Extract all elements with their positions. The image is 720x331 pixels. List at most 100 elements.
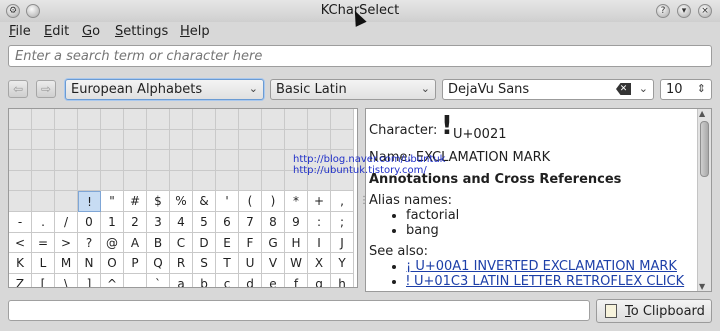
char-cell[interactable] (9, 109, 32, 130)
char-cell[interactable]: X (308, 253, 331, 274)
help-icon[interactable]: ? (656, 4, 670, 18)
char-cell[interactable] (308, 109, 331, 130)
char-cell[interactable]: D (193, 232, 216, 254)
char-cell[interactable]: R (170, 253, 193, 274)
char-cell[interactable]: * (285, 191, 308, 212)
see-also-link[interactable]: ¡ U+00A1 INVERTED EXCLAMATION MARK (406, 259, 677, 274)
char-cell[interactable]: ' (216, 191, 239, 212)
char-cell[interactable] (216, 170, 239, 192)
char-cell[interactable] (32, 129, 55, 151)
spin-arrows-icon[interactable]: ⇕ (697, 82, 706, 95)
char-cell[interactable] (285, 109, 308, 130)
char-cell[interactable]: Q (147, 253, 170, 274)
char-cell[interactable] (239, 170, 262, 192)
char-cell[interactable]: 7 (239, 211, 262, 233)
char-cell[interactable] (55, 129, 78, 151)
char-cell[interactable] (32, 109, 55, 130)
char-cell[interactable] (101, 170, 124, 192)
char-cell[interactable] (55, 191, 78, 212)
char-cell[interactable]: F (239, 232, 262, 254)
char-cell[interactable] (193, 109, 216, 130)
forward-arrow-icon[interactable]: ⇨ (36, 80, 56, 98)
char-cell[interactable]: 0 (78, 211, 101, 233)
char-cell[interactable]: e (262, 273, 285, 287)
char-cell[interactable] (9, 170, 32, 192)
char-cell[interactable] (101, 129, 124, 151)
char-cell[interactable]: N (78, 253, 101, 274)
char-cell[interactable]: & (193, 191, 216, 212)
char-cell[interactable] (55, 150, 78, 171)
char-cell[interactable]: ^ (101, 273, 124, 287)
char-cell[interactable]: E (216, 232, 239, 254)
char-cell[interactable] (32, 191, 55, 212)
scrollbar-thumb[interactable] (700, 121, 709, 177)
menu-edit[interactable]: Edit (44, 24, 69, 39)
char-cell[interactable]: g (308, 273, 331, 287)
back-arrow-icon[interactable]: ⇦ (8, 80, 28, 98)
char-cell[interactable] (147, 109, 170, 130)
char-cell[interactable] (32, 170, 55, 192)
char-cell[interactable]: B (147, 232, 170, 254)
char-cell[interactable]: ] (78, 273, 101, 287)
char-cell[interactable] (9, 150, 32, 171)
char-cell[interactable] (262, 150, 285, 171)
char-cell[interactable] (147, 129, 170, 151)
char-cell[interactable] (124, 170, 147, 192)
char-cell[interactable]: " (101, 191, 124, 212)
char-cell[interactable]: < (9, 232, 32, 254)
char-cell[interactable]: 6 (216, 211, 239, 233)
to-clipboard-button[interactable]: To Clipboard (596, 299, 712, 323)
minimize-icon[interactable]: ▾ (677, 4, 691, 18)
char-cell[interactable]: A (124, 232, 147, 254)
char-cell[interactable]: Z (9, 273, 32, 287)
char-cell[interactable]: ` (147, 273, 170, 287)
char-cell[interactable]: P (124, 253, 147, 274)
menu-settings[interactable]: Settings (115, 24, 168, 39)
character-table[interactable]: ! " # $% & '() * +, -./0 1 2 3 4 5 6 7 8 9:; < = >? @ A B C D E F G H… (8, 108, 358, 288)
char-cell[interactable]: T (216, 253, 239, 274)
char-cell[interactable]: S (193, 253, 216, 274)
char-cell[interactable]: % (170, 191, 193, 212)
char-cell[interactable] (101, 109, 124, 130)
char-cell[interactable] (9, 191, 32, 212)
char-cell[interactable]: ( (239, 191, 262, 212)
char-cell[interactable]: / (55, 211, 78, 233)
char-cell[interactable]: U (239, 253, 262, 274)
char-cell[interactable]: , (331, 191, 354, 212)
char-cell[interactable]: ) (262, 191, 285, 212)
char-cell[interactable] (32, 150, 55, 171)
char-cell[interactable] (193, 129, 216, 151)
close-icon[interactable]: × (698, 4, 712, 18)
char-cell[interactable]: 1 (101, 211, 124, 233)
char-cell[interactable] (193, 150, 216, 171)
char-cell[interactable]: d (239, 273, 262, 287)
char-cell[interactable] (285, 129, 308, 151)
char-cell[interactable] (331, 129, 354, 151)
char-cell[interactable] (216, 109, 239, 130)
char-cell[interactable] (78, 129, 101, 151)
char-cell[interactable]: - (9, 211, 32, 233)
char-cell[interactable] (124, 129, 147, 151)
char-cell[interactable]: 4 (170, 211, 193, 233)
char-cell[interactable] (78, 150, 101, 171)
char-cell[interactable]: \ (55, 273, 78, 287)
char-cell[interactable]: _ (124, 273, 147, 287)
see-also-link[interactable]: ǃ U+01C3 LATIN LETTER RETROFLEX CLICK (406, 274, 684, 289)
char-cell[interactable] (147, 170, 170, 192)
char-cell[interactable]: 2 (124, 211, 147, 233)
char-cell[interactable] (78, 170, 101, 192)
char-cell[interactable] (216, 129, 239, 151)
char-cell[interactable]: Y (331, 253, 354, 274)
char-cell[interactable]: 9 (285, 211, 308, 233)
char-cell[interactable] (9, 129, 32, 151)
char-cell[interactable] (55, 170, 78, 192)
char-cell[interactable]: J (331, 232, 354, 254)
char-cell[interactable]: b (193, 273, 216, 287)
char-cell[interactable] (239, 129, 262, 151)
block-select[interactable]: Basic Latin ⌄ (270, 79, 436, 100)
menu-file[interactable]: File (9, 24, 31, 39)
char-cell[interactable] (262, 129, 285, 151)
detail-scrollbar[interactable]: ▲ ▼ (697, 109, 711, 291)
char-cell[interactable]: G (262, 232, 285, 254)
char-cell[interactable] (124, 109, 147, 130)
